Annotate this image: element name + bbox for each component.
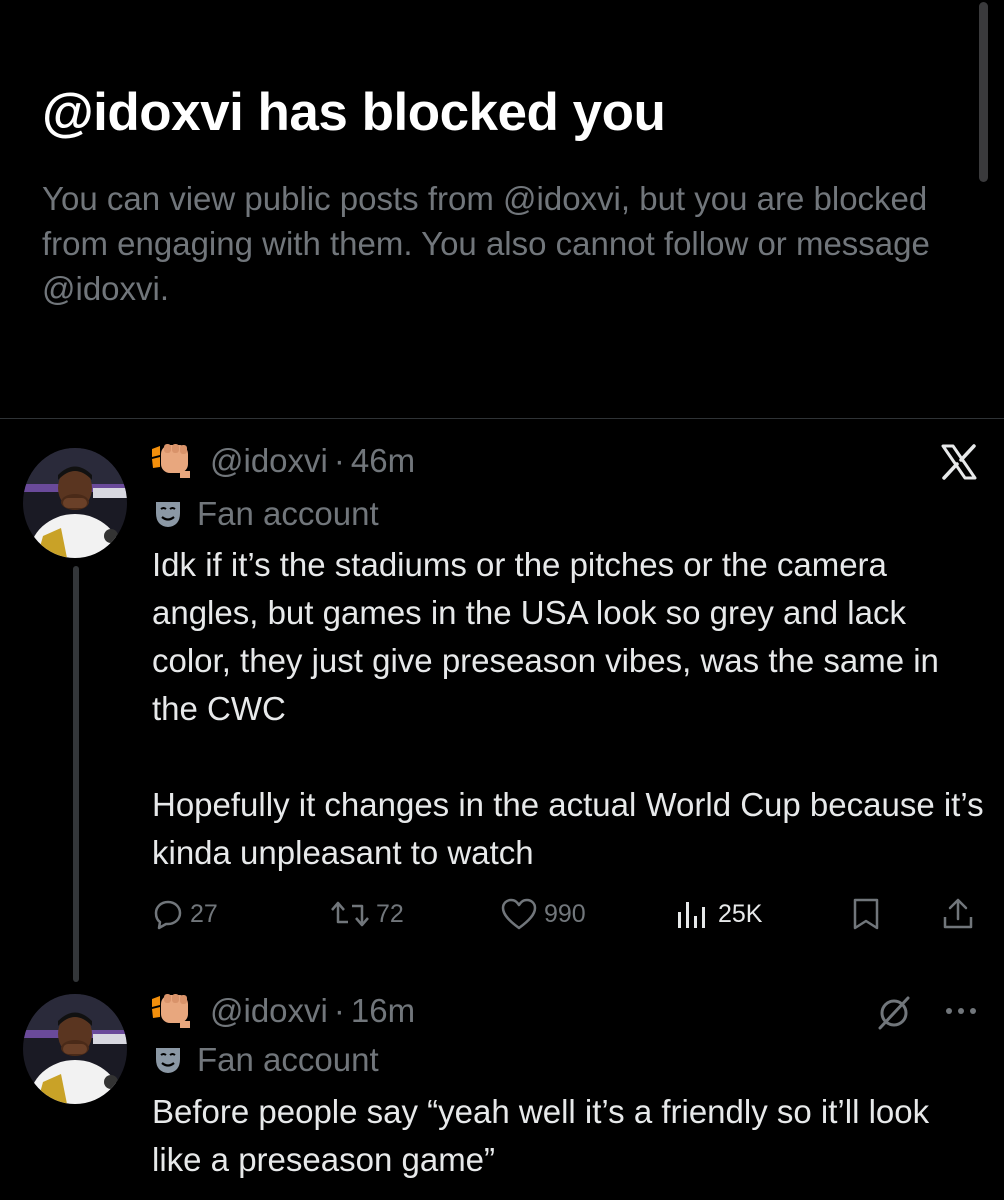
post-timestamp[interactable]: 46m <box>351 442 415 480</box>
fan-account-label[interactable]: Fan account <box>153 494 379 534</box>
fan-account-text: Fan account <box>197 1041 379 1078</box>
repost-button[interactable]: 72 <box>330 892 404 936</box>
reply-count: 27 <box>190 899 218 928</box>
separator-dot: · <box>333 992 345 1029</box>
fist-bump-emoji-icon <box>152 444 190 478</box>
avatar[interactable] <box>23 448 127 558</box>
post-header: @idoxvi · 16m <box>150 990 415 1032</box>
repost-icon <box>331 901 369 927</box>
thread-connector-line <box>73 566 79 982</box>
post-handle[interactable]: @idoxvi <box>210 992 328 1030</box>
more-icon[interactable] <box>944 1004 978 1022</box>
post-handle[interactable]: @idoxvi <box>210 442 328 480</box>
avatar[interactable] <box>23 994 127 1104</box>
scrollbar[interactable] <box>979 2 988 182</box>
like-count: 990 <box>544 899 586 928</box>
views-count: 25K <box>718 899 763 928</box>
repost-count: 72 <box>376 899 404 928</box>
post-actions-bar: 27 72 990 25K <box>152 892 982 936</box>
post-text: Idk if it’s the stadiums or the pitches … <box>152 546 984 871</box>
divider <box>0 418 1004 419</box>
separator-dot: · <box>333 442 345 479</box>
like-button[interactable]: 990 <box>500 892 586 936</box>
fist-bump-emoji-icon <box>152 994 190 1028</box>
post-text: Before people say “yeah well it’s a frie… <box>152 1093 930 1178</box>
views-button[interactable]: 25K <box>676 892 762 936</box>
bookmark-button[interactable] <box>850 892 888 936</box>
fan-account-text: Fan account <box>197 495 379 532</box>
views-bar-chart-icon <box>678 902 705 928</box>
fan-account-label[interactable]: Fan account <box>153 1040 379 1080</box>
blocked-title: @idoxvi has blocked you <box>42 83 666 142</box>
post-timestamp[interactable]: 16m <box>351 992 415 1030</box>
share-icon <box>943 898 973 929</box>
x-logo-icon[interactable] <box>939 442 979 487</box>
mask-icon <box>156 502 180 527</box>
grok-icon[interactable] <box>874 994 914 1037</box>
blocked-description: You can view public posts from @idoxvi, … <box>42 180 930 307</box>
reply-icon <box>154 900 182 930</box>
mask-icon <box>156 1048 180 1073</box>
post-header: @idoxvi · 46m <box>150 440 415 482</box>
bookmark-icon <box>853 898 879 930</box>
share-button[interactable] <box>941 892 981 936</box>
reply-button[interactable]: 27 <box>152 892 218 936</box>
heart-icon <box>501 898 537 930</box>
